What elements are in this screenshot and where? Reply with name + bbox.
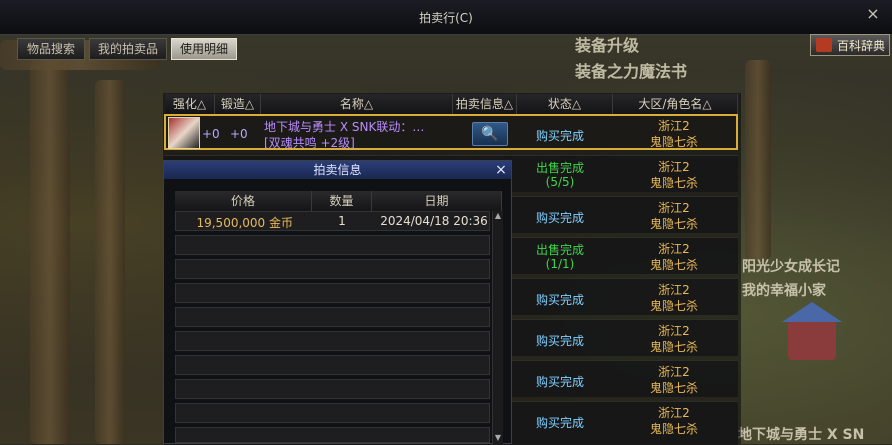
character-text: 鬼隐七杀 — [649, 217, 698, 231]
window-title: 拍卖行(C) — [419, 11, 473, 25]
close-icon[interactable]: × — [860, 2, 886, 26]
col-quantity: 数量 — [312, 191, 372, 211]
promo-text: 阳光少女成长记 — [742, 259, 840, 275]
forge-value: +0 — [230, 127, 248, 141]
status-count: (5/5) — [545, 175, 575, 189]
col-price: 价格 — [175, 191, 312, 211]
region-text: 浙江2 — [658, 242, 690, 256]
col-region-character[interactable]: 大区/角色名△ — [613, 94, 738, 114]
tree-trunk — [30, 60, 70, 444]
status-text: 出售完成 — [535, 161, 584, 175]
auction-info-search-button[interactable]: 🔍 — [472, 122, 508, 146]
scroll-down-icon[interactable]: ▼ — [493, 433, 503, 443]
tab-item-search[interactable]: 物品搜索 — [17, 38, 85, 60]
list-item — [175, 283, 490, 303]
item-subtitle: [双魂共鸣 +2级] — [264, 136, 355, 150]
promo-text: 地下城与勇士 X SN — [738, 427, 865, 443]
region-text: 浙江2 — [658, 119, 690, 133]
search-icon: 🔍 — [481, 126, 499, 142]
tree-trunk — [95, 80, 125, 444]
region-text: 浙江2 — [658, 201, 690, 215]
region-text: 浙江2 — [658, 365, 690, 379]
status-text: 购买完成 — [535, 375, 584, 389]
item-thumbnail — [168, 117, 200, 149]
region-text: 浙江2 — [658, 324, 690, 338]
col-name[interactable]: 名称△ — [261, 94, 453, 114]
character-text: 鬼隐七杀 — [649, 258, 698, 272]
date-value: 2024/04/18 20:36 — [380, 214, 488, 228]
list-item — [175, 379, 490, 399]
character-text: 鬼隐七杀 — [649, 135, 698, 149]
character-text: 鬼隐七杀 — [649, 422, 698, 436]
character-text: 鬼隐七杀 — [649, 299, 698, 313]
list-item — [175, 235, 490, 255]
auction-info-dialog: 拍卖信息 × 价格 数量 日期 19,500,000 金币 1 2024/04/… — [163, 160, 512, 445]
col-enhance[interactable]: 强化△ — [165, 94, 215, 114]
list-item — [175, 403, 490, 423]
scrollbar[interactable]: ▲ ▼ — [492, 211, 503, 445]
encyclopedia-button[interactable]: 百科辞典 — [810, 34, 890, 56]
tab-usage-details[interactable]: 使用明细 — [171, 38, 237, 60]
enhance-value: +0 — [202, 127, 220, 141]
col-status[interactable]: 状态△ — [517, 94, 613, 114]
item-name[interactable]: 地下城与勇士 X SNK联动：… — [264, 118, 424, 135]
promo-text: 装备之力魔法书 — [575, 62, 688, 81]
window-titlebar[interactable]: 拍卖行(C) × — [0, 0, 892, 35]
list-item — [175, 331, 490, 351]
scroll-up-icon[interactable]: ▲ — [493, 211, 503, 221]
status-text: 购买完成 — [535, 334, 584, 348]
character-text: 鬼隐七杀 — [649, 381, 698, 395]
dialog-title[interactable]: 拍卖信息 — [164, 161, 511, 179]
quantity-value: 1 — [338, 214, 346, 228]
col-date: 日期 — [372, 191, 502, 211]
character-text: 鬼隐七杀 — [649, 176, 698, 190]
list-item — [175, 427, 490, 443]
region-text: 浙江2 — [658, 283, 690, 297]
tab-my-auctions[interactable]: 我的拍卖品 — [89, 38, 167, 60]
encyclopedia-label: 百科辞典 — [836, 39, 885, 53]
house-decoration — [782, 302, 842, 360]
region-text: 浙江2 — [658, 160, 690, 174]
tree-trunk — [745, 60, 771, 260]
promo-text: 我的幸福小家 — [742, 283, 826, 299]
price-value: 19,500,000 金币 — [196, 216, 293, 230]
close-icon[interactable]: × — [492, 161, 510, 179]
status-text: 出售完成 — [535, 243, 584, 257]
list-item — [175, 259, 490, 279]
book-icon — [816, 38, 832, 52]
status-text: 购买完成 — [535, 416, 584, 430]
col-forge[interactable]: 锻造△ — [215, 94, 261, 114]
list-item — [175, 355, 490, 375]
status-text: 购买完成 — [535, 293, 584, 307]
character-text: 鬼隐七杀 — [649, 340, 698, 354]
col-auction-info[interactable]: 拍卖信息△ — [453, 94, 517, 114]
status-text: 购买完成 — [535, 129, 584, 143]
status-count: (1/1) — [545, 257, 575, 271]
list-item — [175, 307, 490, 327]
region-text: 浙江2 — [658, 406, 690, 420]
status-text: 购买完成 — [535, 211, 584, 225]
promo-text: 装备升级 — [575, 36, 640, 55]
